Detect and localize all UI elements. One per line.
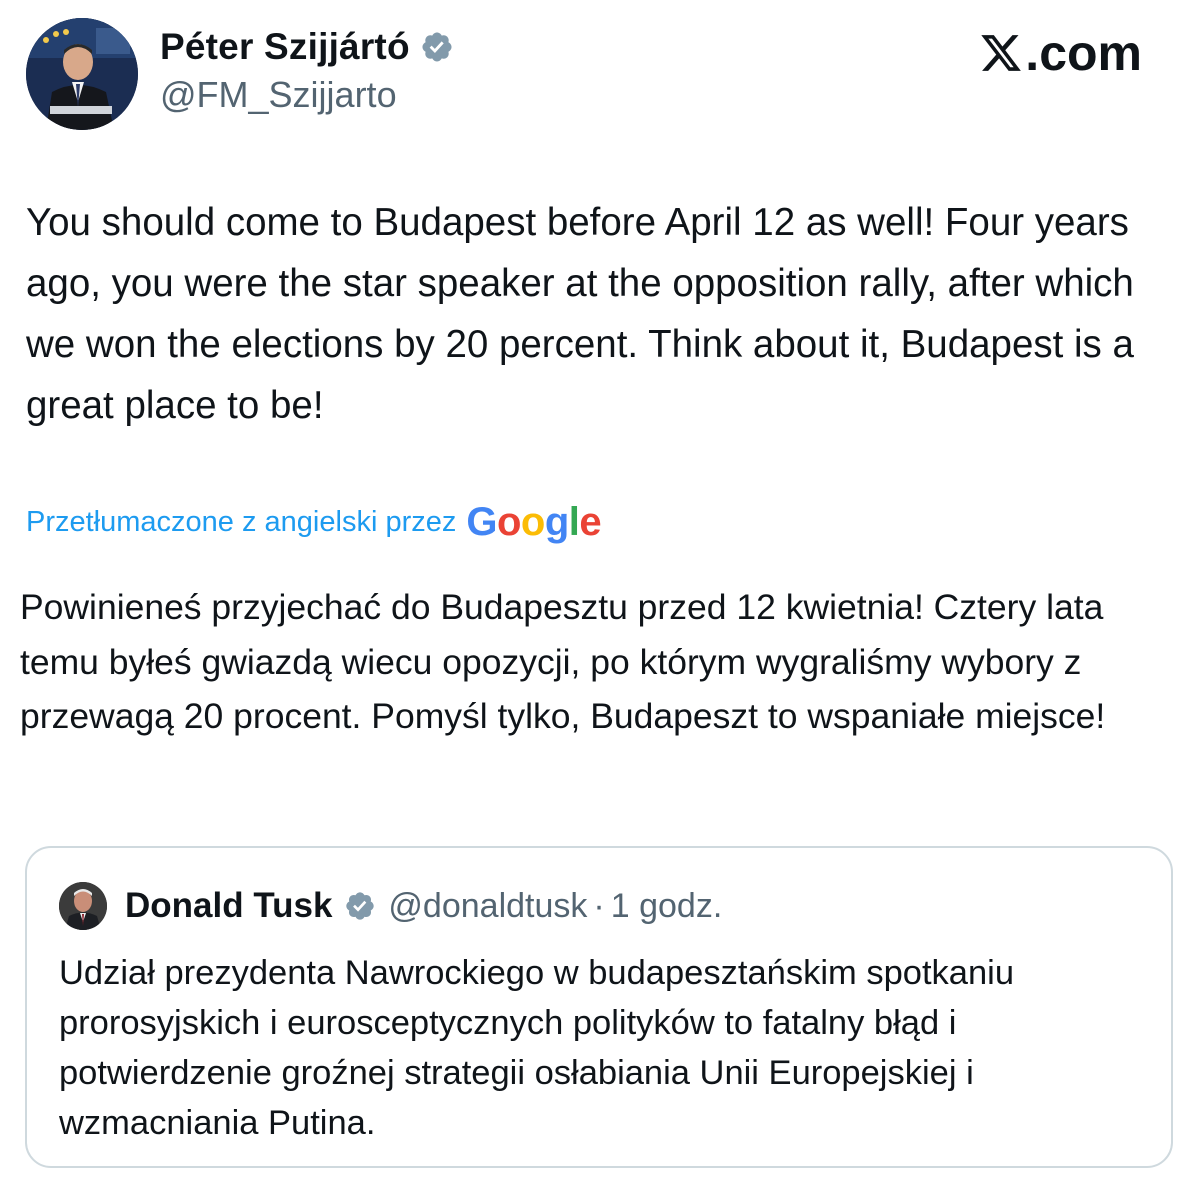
- author-avatar[interactable]: [26, 18, 138, 130]
- author-handle[interactable]: @FM_Szijjarto: [160, 74, 397, 116]
- x-logo-icon: [981, 35, 1022, 71]
- post-text: You should come to Budapest before April…: [26, 201, 1134, 427]
- site-logo-text: .com: [1025, 25, 1142, 81]
- translation-attribution[interactable]: Przetłumaczone z angielski przez Google: [26, 500, 602, 545]
- quoted-author-avatar[interactable]: [59, 882, 107, 930]
- separator-dot: ·: [593, 886, 605, 925]
- verified-badge-icon: [346, 892, 375, 920]
- google-logo: Google: [466, 500, 602, 544]
- quoted-post-text: Udział prezydenta Nawrockiego w budapesz…: [59, 954, 1014, 1142]
- author-name-row[interactable]: Péter Szijjártó: [160, 26, 454, 68]
- translation-label[interactable]: Przetłumaczone z angielski przez: [26, 506, 456, 539]
- site-logo: .com: [979, 24, 1142, 82]
- quoted-post-time[interactable]: 1 godz.: [611, 887, 723, 926]
- translation-text: Powinieneś przyjechać do Budapesztu prze…: [20, 587, 1106, 736]
- quoted-post-card[interactable]: Donald Tusk @donaldtusk · 1 godz. Udział…: [25, 846, 1173, 1168]
- quoted-author-name[interactable]: Donald Tusk: [125, 886, 332, 926]
- author-name[interactable]: Péter Szijjártó: [160, 26, 410, 68]
- quoted-author-handle[interactable]: @donaldtusk: [388, 887, 587, 926]
- avatar-photo: [26, 18, 138, 130]
- quoted-avatar-photo: [59, 882, 107, 930]
- quoted-post-header: Donald Tusk @donaldtusk · 1 godz.: [125, 884, 722, 928]
- verified-badge-icon: [422, 32, 452, 62]
